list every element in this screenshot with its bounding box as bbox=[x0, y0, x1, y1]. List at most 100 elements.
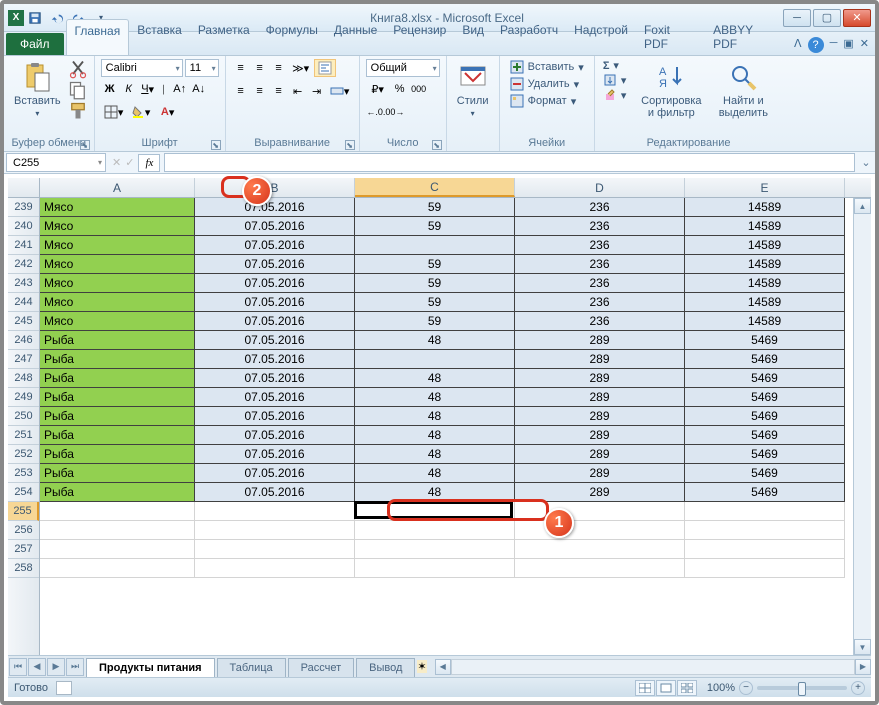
last-sheet-icon[interactable]: ⏭ bbox=[66, 658, 84, 676]
currency-icon[interactable]: ₽▾ bbox=[366, 80, 390, 98]
select-all-corner[interactable] bbox=[8, 178, 40, 197]
bold-icon[interactable]: Ж bbox=[101, 80, 119, 98]
first-sheet-icon[interactable]: ⏮ bbox=[9, 658, 27, 676]
undo-icon[interactable] bbox=[47, 8, 67, 28]
cell[interactable]: 14589 bbox=[685, 236, 845, 255]
expand-formula-bar-icon[interactable]: ⌄ bbox=[857, 152, 875, 173]
col-header-B[interactable]: B bbox=[195, 178, 355, 197]
col-header-E[interactable]: E bbox=[685, 178, 845, 197]
italic-icon[interactable]: К bbox=[120, 80, 138, 98]
cell[interactable]: 289 bbox=[515, 388, 685, 407]
cell[interactable]: Мясо bbox=[40, 312, 195, 331]
cell[interactable]: 48 bbox=[355, 445, 515, 464]
cell[interactable]: 48 bbox=[355, 407, 515, 426]
find-select-button[interactable]: Найти и выделить bbox=[710, 59, 776, 121]
ribbon-tab-9[interactable]: Foxit PDF bbox=[636, 19, 705, 55]
cell[interactable]: 236 bbox=[515, 293, 685, 312]
row-header[interactable]: 247 bbox=[8, 350, 39, 369]
cell[interactable]: 14589 bbox=[685, 312, 845, 331]
row-header[interactable]: 241 bbox=[8, 236, 39, 255]
cell[interactable] bbox=[685, 540, 845, 559]
cell[interactable]: Рыба bbox=[40, 388, 195, 407]
col-header-A[interactable]: A bbox=[40, 178, 195, 197]
align-top-icon[interactable]: ≡ bbox=[232, 59, 250, 77]
align-right-icon[interactable]: ≡ bbox=[270, 82, 288, 100]
align-bot-icon[interactable]: ≡ bbox=[270, 59, 288, 77]
save-icon[interactable] bbox=[25, 8, 45, 28]
insert-cells-button[interactable]: Вставить▾ bbox=[506, 59, 588, 75]
zoom-control[interactable]: 100% − + bbox=[707, 681, 865, 695]
cell[interactable]: 289 bbox=[515, 407, 685, 426]
ribbon-tab-10[interactable]: ABBYY PDF bbox=[705, 19, 788, 55]
cell[interactable]: 14589 bbox=[685, 274, 845, 293]
font-size-combo[interactable]: 11 bbox=[185, 59, 219, 77]
ribbon-tab-3[interactable]: Формулы bbox=[258, 19, 326, 55]
cell[interactable]: Рыба bbox=[40, 464, 195, 483]
cell[interactable]: Рыба bbox=[40, 369, 195, 388]
cell[interactable]: Рыба bbox=[40, 350, 195, 369]
ribbon-tab-4[interactable]: Данные bbox=[326, 19, 385, 55]
cell[interactable]: Мясо bbox=[40, 293, 195, 312]
cell[interactable]: 236 bbox=[515, 198, 685, 217]
cell[interactable]: Мясо bbox=[40, 274, 195, 293]
row-header[interactable]: 256 bbox=[8, 521, 39, 540]
row-header[interactable]: 243 bbox=[8, 274, 39, 293]
percent-icon[interactable]: % bbox=[391, 80, 409, 98]
cell[interactable]: 07.05.2016 bbox=[195, 217, 355, 236]
cell[interactable] bbox=[40, 559, 195, 578]
cell[interactable]: 5469 bbox=[685, 331, 845, 350]
cell[interactable]: 236 bbox=[515, 274, 685, 293]
cell[interactable] bbox=[40, 521, 195, 540]
row-header[interactable]: 254 bbox=[8, 483, 39, 502]
prev-sheet-icon[interactable]: ◀ bbox=[28, 658, 46, 676]
row-header[interactable]: 240 bbox=[8, 217, 39, 236]
cell[interactable] bbox=[355, 521, 515, 540]
cell[interactable]: 14589 bbox=[685, 217, 845, 236]
cell[interactable]: 07.05.2016 bbox=[195, 445, 355, 464]
cell[interactable]: 07.05.2016 bbox=[195, 388, 355, 407]
scroll-up-icon[interactable]: ▲ bbox=[854, 198, 871, 214]
ribbon-tab-7[interactable]: Разработч bbox=[492, 19, 566, 55]
row-header[interactable]: 242 bbox=[8, 255, 39, 274]
cell[interactable]: 07.05.2016 bbox=[195, 198, 355, 217]
cell[interactable]: 5469 bbox=[685, 350, 845, 369]
font-name-combo[interactable]: Calibri bbox=[101, 59, 183, 77]
ribbon-min-icon[interactable]: ᐱ bbox=[794, 37, 802, 53]
cell[interactable] bbox=[40, 502, 195, 521]
cell[interactable]: 59 bbox=[355, 198, 515, 217]
grow-font-icon[interactable]: A↑ bbox=[171, 80, 189, 98]
row-header[interactable]: 248 bbox=[8, 369, 39, 388]
formula-input[interactable] bbox=[164, 153, 855, 172]
cell[interactable]: 07.05.2016 bbox=[195, 312, 355, 331]
cell[interactable]: 236 bbox=[515, 236, 685, 255]
row-header[interactable]: 255 bbox=[8, 502, 39, 521]
cell[interactable]: 289 bbox=[515, 445, 685, 464]
merge-icon[interactable]: ▾ bbox=[327, 82, 353, 100]
insert-function-button[interactable]: fx bbox=[138, 154, 160, 172]
cell[interactable]: 289 bbox=[515, 350, 685, 369]
font-launcher-icon[interactable]: ⬊ bbox=[211, 140, 221, 150]
cell[interactable]: 289 bbox=[515, 426, 685, 445]
cell[interactable]: 48 bbox=[355, 388, 515, 407]
cell[interactable] bbox=[355, 502, 515, 521]
paste-button[interactable]: Вставить ▾ bbox=[10, 59, 65, 120]
cell[interactable]: 07.05.2016 bbox=[195, 293, 355, 312]
dec-indent-icon[interactable]: ⇤ bbox=[289, 82, 307, 100]
cell[interactable]: 07.05.2016 bbox=[195, 369, 355, 388]
cells-grid[interactable]: Мясо07.05.20165923614589Мясо07.05.201659… bbox=[40, 198, 853, 655]
align-mid-icon[interactable]: ≡ bbox=[251, 59, 269, 77]
row-header[interactable]: 239 bbox=[8, 198, 39, 217]
cell[interactable]: 5469 bbox=[685, 464, 845, 483]
ribbon-tab-5[interactable]: Рецензир bbox=[385, 19, 454, 55]
cell[interactable] bbox=[355, 236, 515, 255]
ribbon-tab-0[interactable]: Главная bbox=[66, 19, 130, 55]
cell[interactable]: 59 bbox=[355, 255, 515, 274]
cell[interactable]: 5469 bbox=[685, 426, 845, 445]
page-break-view-icon[interactable] bbox=[677, 680, 697, 696]
scroll-left-icon[interactable]: ◀ bbox=[435, 659, 451, 675]
cell[interactable]: 07.05.2016 bbox=[195, 464, 355, 483]
zoom-slider[interactable] bbox=[757, 686, 847, 690]
row-header[interactable]: 251 bbox=[8, 426, 39, 445]
copy-icon[interactable] bbox=[68, 80, 88, 100]
orientation-icon[interactable]: ≫▾ bbox=[289, 59, 313, 77]
